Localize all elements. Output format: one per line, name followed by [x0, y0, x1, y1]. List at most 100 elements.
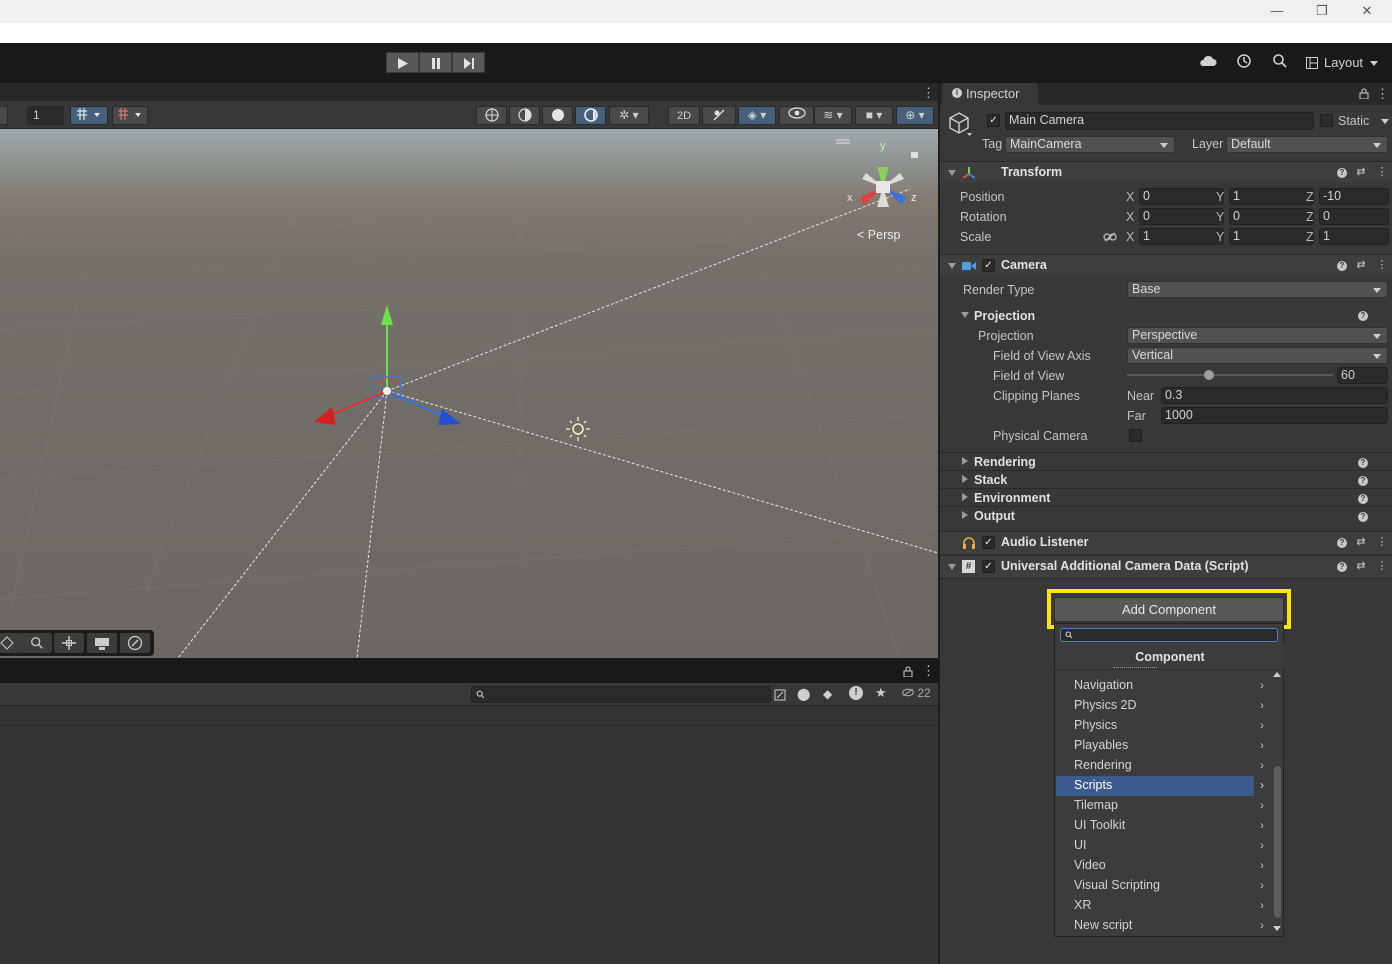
kebab-menu-icon[interactable]: ⋮	[922, 85, 935, 101]
layout-dropdown[interactable]: Layout	[1300, 52, 1382, 74]
kebab-menu-icon[interactable]: ⋮	[1376, 166, 1388, 178]
help-icon[interactable]: ?	[1358, 494, 1368, 504]
play-button[interactable]	[386, 52, 419, 73]
close-button[interactable]: ✕	[1344, 0, 1390, 23]
scene-view[interactable]: y x z < Persp	[0, 129, 938, 658]
menu-item-ui-toolkit[interactable]: UI Toolkit	[1056, 816, 1254, 836]
move-tool-button[interactable]	[54, 633, 84, 653]
increment-snap-button[interactable]	[112, 106, 148, 125]
shaded-button[interactable]	[542, 106, 573, 125]
rotation-x-field[interactable]: 0	[1139, 208, 1224, 225]
scale-z-field[interactable]: 1	[1319, 228, 1389, 245]
camera-settings-button[interactable]: ■ ▾	[855, 106, 893, 125]
kebab-menu-icon[interactable]: ⋮	[922, 663, 935, 679]
favorite-star-icon[interactable]: ★	[875, 685, 887, 701]
projection-dropdown[interactable]: Perspective	[1127, 327, 1388, 344]
filter-type-icon[interactable]: ⬤	[797, 687, 810, 701]
kebab-menu-icon[interactable]: ⋮	[1376, 560, 1388, 572]
help-icon[interactable]: ?	[1337, 538, 1347, 548]
presets-icon[interactable]: ⇄	[1355, 536, 1367, 548]
debug-draw-mode-button[interactable]: ✲ ▾	[609, 106, 649, 125]
orbit-tool-button[interactable]	[120, 633, 150, 653]
scene-visibility-button[interactable]	[779, 106, 814, 125]
help-icon[interactable]: ?	[1337, 168, 1347, 178]
persp-label[interactable]: < Persp	[857, 228, 900, 242]
rotation-z-field[interactable]: 0	[1319, 208, 1389, 225]
restore-button[interactable]: ❐	[1299, 0, 1345, 23]
near-field[interactable]: 0.3	[1161, 387, 1388, 404]
help-icon[interactable]: ?	[1358, 512, 1368, 522]
render-type-dropdown[interactable]: Base	[1127, 281, 1388, 298]
gizmos-button[interactable]: ⊕ ▾	[896, 106, 934, 125]
fov-field[interactable]: 60	[1337, 367, 1388, 384]
object-name-field[interactable]: Main Camera	[1005, 112, 1314, 130]
chevron-down-icon[interactable]	[1381, 119, 1389, 124]
2d-toggle-button[interactable]: 2D	[668, 106, 700, 125]
far-field[interactable]: 1000	[1161, 407, 1388, 424]
toolbar-item[interactable]	[0, 106, 8, 125]
kebab-menu-icon[interactable]: ⋮	[1376, 86, 1389, 102]
section-output[interactable]: Output ?	[940, 507, 1392, 525]
menu-item-tilemap[interactable]: Tilemap	[1056, 796, 1254, 816]
section-environment[interactable]: Environment ?	[940, 489, 1392, 507]
position-y-field[interactable]: 1	[1229, 188, 1314, 205]
grid-snap-button[interactable]	[70, 106, 108, 125]
minimize-button[interactable]: —	[1254, 0, 1300, 23]
zoom-tool-button[interactable]	[22, 633, 52, 653]
menu-item-xr[interactable]: XR	[1056, 896, 1254, 916]
menu-item-scripts[interactable]: Scripts	[1056, 776, 1254, 796]
project-content-area[interactable]	[0, 726, 938, 964]
transform-header[interactable]: Transform ? ⇄ ⋮	[940, 161, 1392, 183]
menu-item-ui[interactable]: UI	[1056, 836, 1254, 856]
lock-icon[interactable]	[1359, 88, 1369, 99]
static-checkbox[interactable]	[1320, 114, 1333, 127]
constrain-proportions-icon[interactable]	[1103, 232, 1117, 242]
uacd-checkbox[interactable]: ✓	[982, 560, 995, 573]
add-component-button[interactable]: Add Component	[1054, 597, 1284, 622]
audio-listener-header[interactable]: ✓ Audio Listener ? ⇄ ⋮	[940, 531, 1392, 553]
history-icon[interactable]	[1234, 53, 1254, 73]
camera-tool-button[interactable]	[87, 633, 117, 653]
position-z-field[interactable]: -10	[1319, 188, 1389, 205]
page-field[interactable]: 1	[27, 106, 64, 125]
camera-enabled-checkbox[interactable]: ✓	[982, 259, 995, 272]
fov-slider-track[interactable]	[1127, 374, 1333, 376]
menu-item-visual-scripting[interactable]: Visual Scripting	[1056, 876, 1254, 896]
projection-section-label[interactable]: Projection	[974, 309, 1035, 323]
menu-item-playables[interactable]: Playables	[1056, 736, 1254, 756]
section-stack[interactable]: Stack ?	[940, 471, 1392, 489]
lock-icon[interactable]	[903, 666, 913, 677]
scale-x-field[interactable]: 1	[1139, 228, 1224, 245]
scale-y-field[interactable]: 1	[1229, 228, 1314, 245]
presets-icon[interactable]: ⇄	[1355, 259, 1367, 271]
warning-filter-icon[interactable]: !	[849, 686, 863, 700]
project-search-input[interactable]	[471, 686, 786, 703]
menu-item-video[interactable]: Video	[1056, 856, 1254, 876]
filter-label-icon[interactable]: ◆	[823, 687, 832, 701]
help-icon[interactable]: ?	[1358, 458, 1368, 468]
tag-dropdown[interactable]: MainCamera	[1005, 136, 1175, 153]
active-checkbox[interactable]: ✓	[987, 114, 1000, 127]
help-icon[interactable]: ?	[1337, 562, 1347, 572]
menu-item-rendering[interactable]: Rendering	[1056, 756, 1254, 776]
foldout-expanded-icon[interactable]	[961, 312, 969, 318]
menu-item-physics[interactable]: Physics	[1056, 716, 1254, 736]
scroll-down-icon[interactable]	[1273, 926, 1281, 931]
uacd-header[interactable]: # ✓ Universal Additional Camera Data (Sc…	[940, 555, 1392, 579]
physical-camera-checkbox[interactable]	[1129, 429, 1142, 442]
fov-axis-dropdown[interactable]: Vertical	[1127, 347, 1388, 364]
pause-button[interactable]	[419, 52, 452, 73]
lighting-toggle-button[interactable]	[702, 106, 736, 125]
search-icon[interactable]	[1270, 53, 1290, 73]
component-search-input[interactable]	[1060, 628, 1278, 642]
wireframe-shading-button[interactable]	[476, 106, 507, 125]
section-rendering[interactable]: Rendering ?	[940, 453, 1392, 471]
presets-icon[interactable]: ⇄	[1355, 166, 1367, 178]
search-scope-icon[interactable]	[774, 689, 786, 701]
menu-item-physics-2d[interactable]: Physics 2D	[1056, 696, 1254, 716]
presets-icon[interactable]: ⇄	[1355, 560, 1367, 572]
shaded-wireframe-button[interactable]	[509, 106, 540, 125]
help-icon[interactable]: ?	[1358, 476, 1368, 486]
hidden-packages-toggle[interactable]: 22	[902, 686, 931, 700]
rect-tool-button[interactable]	[0, 633, 22, 653]
